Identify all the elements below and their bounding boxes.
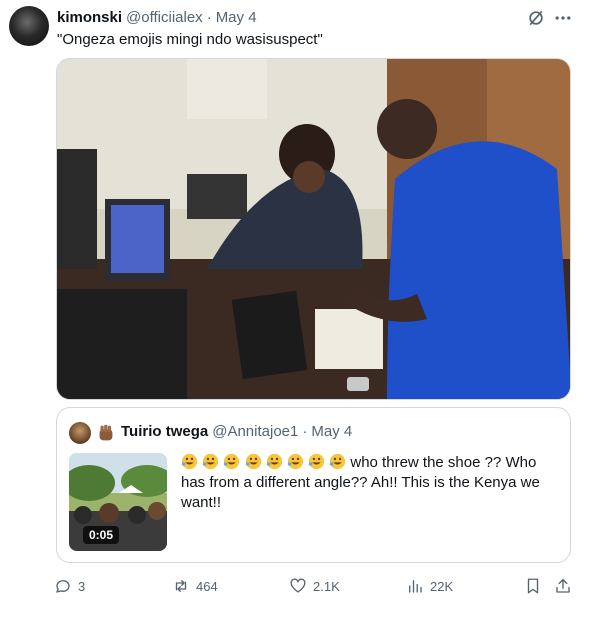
tweet-photo[interactable] [56, 58, 571, 400]
tweet-text: "Ongeza emojis mingi ndo wasisuspect" [57, 31, 323, 48]
raised-fist-icon [99, 424, 113, 441]
quote-avatar[interactable] [69, 422, 91, 444]
rolling-laughing-emoji-icon [181, 453, 198, 470]
repost-button[interactable]: 464 [172, 577, 218, 595]
rolling-laughing-emoji-icon [330, 453, 346, 470]
quote-author-handle[interactable]: @Annitajoe1 [212, 423, 298, 440]
more-icon[interactable] [553, 8, 573, 28]
like-count: 2.1K [313, 578, 340, 594]
laughing-emoji-row [181, 453, 350, 471]
reply-icon [56, 580, 70, 593]
separator-dot: · [206, 8, 212, 26]
action-bar: 3 464 2.1K 22K [0, 575, 599, 599]
quote-text: who threw the shoe ?? Who has from a dif… [181, 453, 561, 513]
grok-icon[interactable] [526, 8, 546, 28]
author-name[interactable]: kimonski [57, 9, 122, 26]
views-button[interactable]: 22K [406, 577, 453, 595]
rolling-laughing-emoji-icon [308, 453, 325, 470]
rolling-laughing-emoji-icon [224, 453, 240, 470]
tweet-header: kimonski @officiialex · May 4 [57, 8, 257, 26]
tweet-date[interactable]: May 4 [216, 9, 257, 26]
quote-header: Tuirio twega @Annitajoe1 · May 4 [121, 423, 352, 440]
video-duration: 0:05 [83, 526, 120, 544]
rolling-laughing-emoji-icon [245, 453, 261, 470]
reply-button[interactable]: 3 [54, 577, 85, 595]
views-icon [409, 580, 422, 593]
author-handle[interactable]: @officiialex [126, 9, 203, 26]
quote-date[interactable]: May 4 [311, 423, 352, 440]
share-icon [556, 578, 570, 593]
reply-count: 3 [78, 578, 86, 594]
rolling-laughing-emoji-icon [287, 453, 304, 470]
quote-separator: · [302, 423, 308, 440]
bookmark-button[interactable] [524, 577, 542, 595]
like-button[interactable]: 2.1K [289, 577, 340, 595]
quote-video-thumbnail[interactable]: 0:05 [69, 453, 167, 551]
repost-icon [175, 580, 187, 592]
rolling-laughing-emoji-icon [266, 453, 282, 470]
quoted-tweet[interactable]: Tuirio twega @Annitajoe1 · May 4 0:05 wh… [56, 407, 571, 563]
quote-author-name[interactable]: Tuirio twega [121, 423, 208, 440]
avatar[interactable] [9, 6, 49, 46]
rolling-laughing-emoji-icon [203, 453, 219, 470]
bookmark-icon [527, 578, 539, 594]
photo-illustration [57, 59, 570, 399]
share-button[interactable] [554, 577, 572, 595]
heart-icon [290, 578, 306, 593]
views-count: 22K [430, 578, 454, 594]
repost-count: 464 [196, 578, 218, 594]
